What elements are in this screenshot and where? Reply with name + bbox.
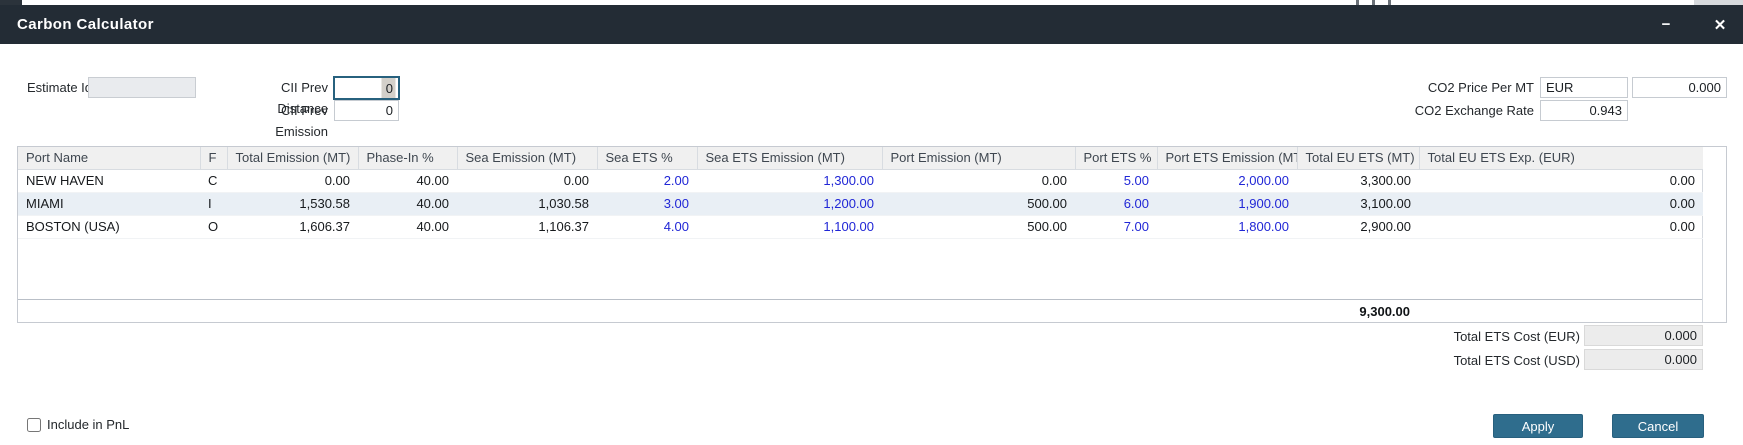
cell-f[interactable]: I bbox=[200, 192, 227, 216]
cell-sea-emission[interactable]: 1,106.37 bbox=[457, 215, 597, 239]
cell-sea-ets-pct[interactable]: 3.00 bbox=[597, 192, 697, 216]
col-header-f[interactable]: F bbox=[199, 147, 227, 170]
cell-phase-in[interactable]: 40.00 bbox=[358, 215, 457, 239]
cell-port-name[interactable]: NEW HAVEN bbox=[18, 169, 200, 193]
ports-grid: Port Name F Total Emission (MT) Phase-In… bbox=[17, 146, 1727, 323]
cell-total-eu-ets[interactable]: 3,300.00 bbox=[1297, 169, 1419, 193]
col-header-phase-in[interactable]: Phase-In % bbox=[357, 147, 457, 170]
table-row[interactable]: MIAMI I 1,530.58 40.00 1,030.58 3.00 1,2… bbox=[18, 192, 1703, 216]
cii-prev-emission-field[interactable] bbox=[334, 100, 399, 121]
cancel-button[interactable]: Cancel bbox=[1612, 414, 1704, 438]
cii-prev-emission-label: CII Prev Emission bbox=[275, 103, 328, 139]
co2-exchange-rate-field[interactable] bbox=[1540, 100, 1628, 121]
cell-port-ets-emission[interactable]: 1,900.00 bbox=[1157, 192, 1297, 216]
cell-port-ets-emission[interactable]: 1,800.00 bbox=[1157, 215, 1297, 239]
estimate-id-field[interactable] bbox=[88, 77, 196, 98]
cell-total-emission[interactable]: 1,606.37 bbox=[227, 215, 358, 239]
close-icon[interactable]: ✕ bbox=[1703, 5, 1737, 44]
cell-port-emission[interactable]: 500.00 bbox=[882, 192, 1075, 216]
table-row[interactable]: BOSTON (USA) O 1,606.37 40.00 1,106.37 4… bbox=[18, 215, 1703, 239]
dialog-titlebar: Carbon Calculator − ✕ bbox=[0, 5, 1743, 44]
cell-total-emission[interactable]: 1,530.58 bbox=[227, 192, 358, 216]
cell-phase-in[interactable]: 40.00 bbox=[358, 169, 457, 193]
cii-prev-distance-field[interactable] bbox=[333, 76, 400, 100]
cell-sea-ets-emission[interactable]: 1,200.00 bbox=[697, 192, 882, 216]
col-header-total-emission[interactable]: Total Emission (MT) bbox=[226, 147, 358, 170]
grid-header-row: Port Name F Total Emission (MT) Phase-In… bbox=[18, 147, 1703, 170]
col-header-port-ets-emission[interactable]: Port ETS Emission (MT) bbox=[1156, 147, 1297, 170]
col-header-total-eu-ets-exp[interactable]: Total EU ETS Exp. (EUR) bbox=[1418, 147, 1703, 170]
cell-sea-emission[interactable]: 1,030.58 bbox=[457, 192, 597, 216]
include-in-pnl-label: Include in PnL bbox=[47, 417, 130, 432]
grid-total-row: 9,300.00 bbox=[18, 299, 1702, 322]
col-header-sea-emission[interactable]: Sea Emission (MT) bbox=[456, 147, 597, 170]
cell-total-eu-ets-exp[interactable]: 0.00 bbox=[1419, 215, 1703, 239]
cell-sea-ets-emission[interactable]: 1,300.00 bbox=[697, 169, 882, 193]
include-in-pnl-row: Include in PnL bbox=[27, 417, 129, 432]
cell-port-emission[interactable]: 500.00 bbox=[882, 215, 1075, 239]
col-header-port-ets-pct[interactable]: Port ETS % bbox=[1074, 147, 1157, 170]
co2-exchange-rate-label: CO2 Exchange Rate bbox=[1414, 103, 1534, 118]
total-ets-cost-eur-label: Total ETS Cost (EUR) bbox=[1453, 329, 1580, 344]
total-ets-cost-usd-field[interactable] bbox=[1584, 349, 1703, 370]
col-header-sea-ets-pct[interactable]: Sea ETS % bbox=[596, 147, 697, 170]
include-in-pnl-checkbox[interactable] bbox=[27, 417, 41, 432]
grid-scrollbar-gutter[interactable] bbox=[1703, 147, 1726, 322]
col-header-sea-ets-emission[interactable]: Sea ETS Emission (MT) bbox=[696, 147, 882, 170]
table-row[interactable]: NEW HAVEN C 0.00 40.00 0.00 2.00 1,300.0… bbox=[18, 169, 1703, 193]
cell-f[interactable]: O bbox=[200, 215, 227, 239]
cell-total-eu-ets[interactable]: 2,900.00 bbox=[1297, 215, 1419, 239]
col-header-port-name[interactable]: Port Name bbox=[18, 147, 200, 170]
apply-button[interactable]: Apply bbox=[1493, 414, 1583, 438]
cii-prev-distance-label: CII Prev Distance bbox=[277, 80, 328, 116]
col-header-total-eu-ets[interactable]: Total EU ETS (MT) bbox=[1296, 147, 1419, 170]
cell-total-eu-ets[interactable]: 3,100.00 bbox=[1297, 192, 1419, 216]
cell-port-name[interactable]: MIAMI bbox=[18, 192, 200, 216]
cell-f[interactable]: C bbox=[200, 169, 227, 193]
cell-port-name[interactable]: BOSTON (USA) bbox=[18, 215, 200, 239]
dialog-title: Carbon Calculator bbox=[17, 16, 154, 33]
co2-currency-field[interactable] bbox=[1540, 77, 1628, 98]
grid-empty-area bbox=[18, 238, 1702, 299]
total-eu-ets-sum: 9,300.00 bbox=[1359, 303, 1410, 319]
cell-sea-ets-emission[interactable]: 1,100.00 bbox=[697, 215, 882, 239]
cell-port-emission[interactable]: 0.00 bbox=[882, 169, 1075, 193]
cell-port-ets-pct[interactable]: 6.00 bbox=[1075, 192, 1157, 216]
estimate-id-label: Estimate Id bbox=[27, 80, 93, 95]
total-ets-cost-eur-field[interactable] bbox=[1584, 325, 1703, 346]
co2-price-field[interactable] bbox=[1632, 77, 1727, 98]
minimize-icon[interactable]: − bbox=[1649, 5, 1683, 44]
cell-sea-emission[interactable]: 0.00 bbox=[457, 169, 597, 193]
cell-total-emission[interactable]: 0.00 bbox=[227, 169, 358, 193]
cell-total-eu-ets-exp[interactable]: 0.00 bbox=[1419, 192, 1703, 216]
col-header-port-emission[interactable]: Port Emission (MT) bbox=[881, 147, 1075, 170]
cell-port-ets-pct[interactable]: 5.00 bbox=[1075, 169, 1157, 193]
cell-phase-in[interactable]: 40.00 bbox=[358, 192, 457, 216]
cell-port-ets-pct[interactable]: 7.00 bbox=[1075, 215, 1157, 239]
cell-sea-ets-pct[interactable]: 2.00 bbox=[597, 169, 697, 193]
total-ets-cost-usd-label: Total ETS Cost (USD) bbox=[1453, 353, 1580, 368]
cell-total-eu-ets-exp[interactable]: 0.00 bbox=[1419, 169, 1703, 193]
cell-port-ets-emission[interactable]: 2,000.00 bbox=[1157, 169, 1297, 193]
cell-sea-ets-pct[interactable]: 4.00 bbox=[597, 215, 697, 239]
co2-price-per-mt-label: CO2 Price Per MT bbox=[1427, 80, 1534, 95]
